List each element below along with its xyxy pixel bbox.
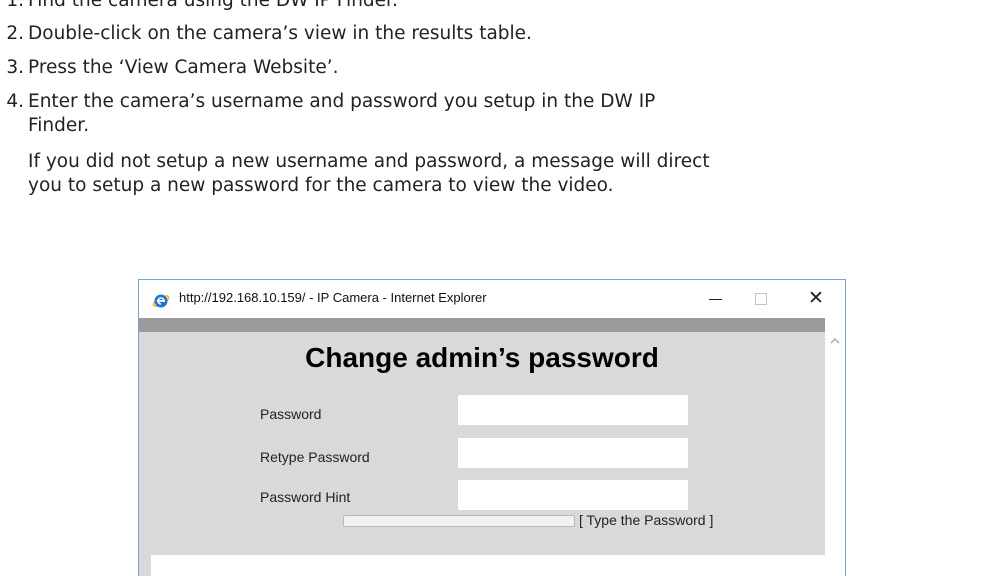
retype-password-label: Retype Password [260, 449, 370, 465]
step-number: 2. [6, 23, 24, 44]
minimize-icon [709, 299, 722, 300]
minimize-button[interactable] [693, 280, 739, 318]
step-4-note-line: If you did not setup a new username and … [28, 151, 710, 172]
password-rules-box [151, 555, 825, 576]
maximize-button[interactable] [739, 280, 785, 318]
password-hint-label: Password Hint [260, 489, 351, 505]
internet-explorer-icon [151, 290, 171, 310]
instruction-steps: 1. Find the camera using the DW IP Finde… [0, 0, 984, 230]
window-title: http://192.168.10.159/ - IP Camera - Int… [179, 290, 487, 305]
retype-password-input[interactable] [458, 438, 688, 468]
step-text: Find the camera using the DW IP Finder. [28, 0, 398, 11]
step-number: 1. [6, 0, 24, 11]
step-4-note-line: you to setup a new password for the came… [28, 175, 614, 196]
page-header-bar [139, 318, 825, 332]
vertical-scrollbar[interactable] [825, 318, 845, 576]
password-input[interactable] [458, 395, 688, 425]
password-hint-input[interactable] [458, 480, 688, 510]
chevron-up-icon[interactable] [829, 332, 841, 344]
title-bar: http://192.168.10.159/ - IP Camera - Int… [139, 280, 845, 318]
browser-window: http://192.168.10.159/ - IP Camera - Int… [138, 279, 846, 576]
step-number: 4. [6, 91, 24, 112]
password-label: Password [260, 406, 322, 422]
close-button[interactable]: ✕ [793, 280, 839, 318]
page-title: Change admin’s password [305, 342, 659, 373]
close-icon: ✕ [808, 287, 824, 309]
step-4-continued-line: Finder. [28, 115, 90, 136]
password-change-page: Change admin’s password Password Retype … [139, 332, 825, 576]
step-text: Press the ‘View Camera Website’. [28, 57, 339, 78]
step-text: Double-click on the camera’s view in the… [28, 23, 532, 44]
step-number: 3. [6, 57, 24, 78]
password-strength-bar [343, 515, 575, 527]
password-strength-label: [ Type the Password ] [579, 512, 714, 528]
step-text: Enter the camera’s username and password… [28, 91, 656, 112]
maximize-icon [755, 293, 767, 305]
